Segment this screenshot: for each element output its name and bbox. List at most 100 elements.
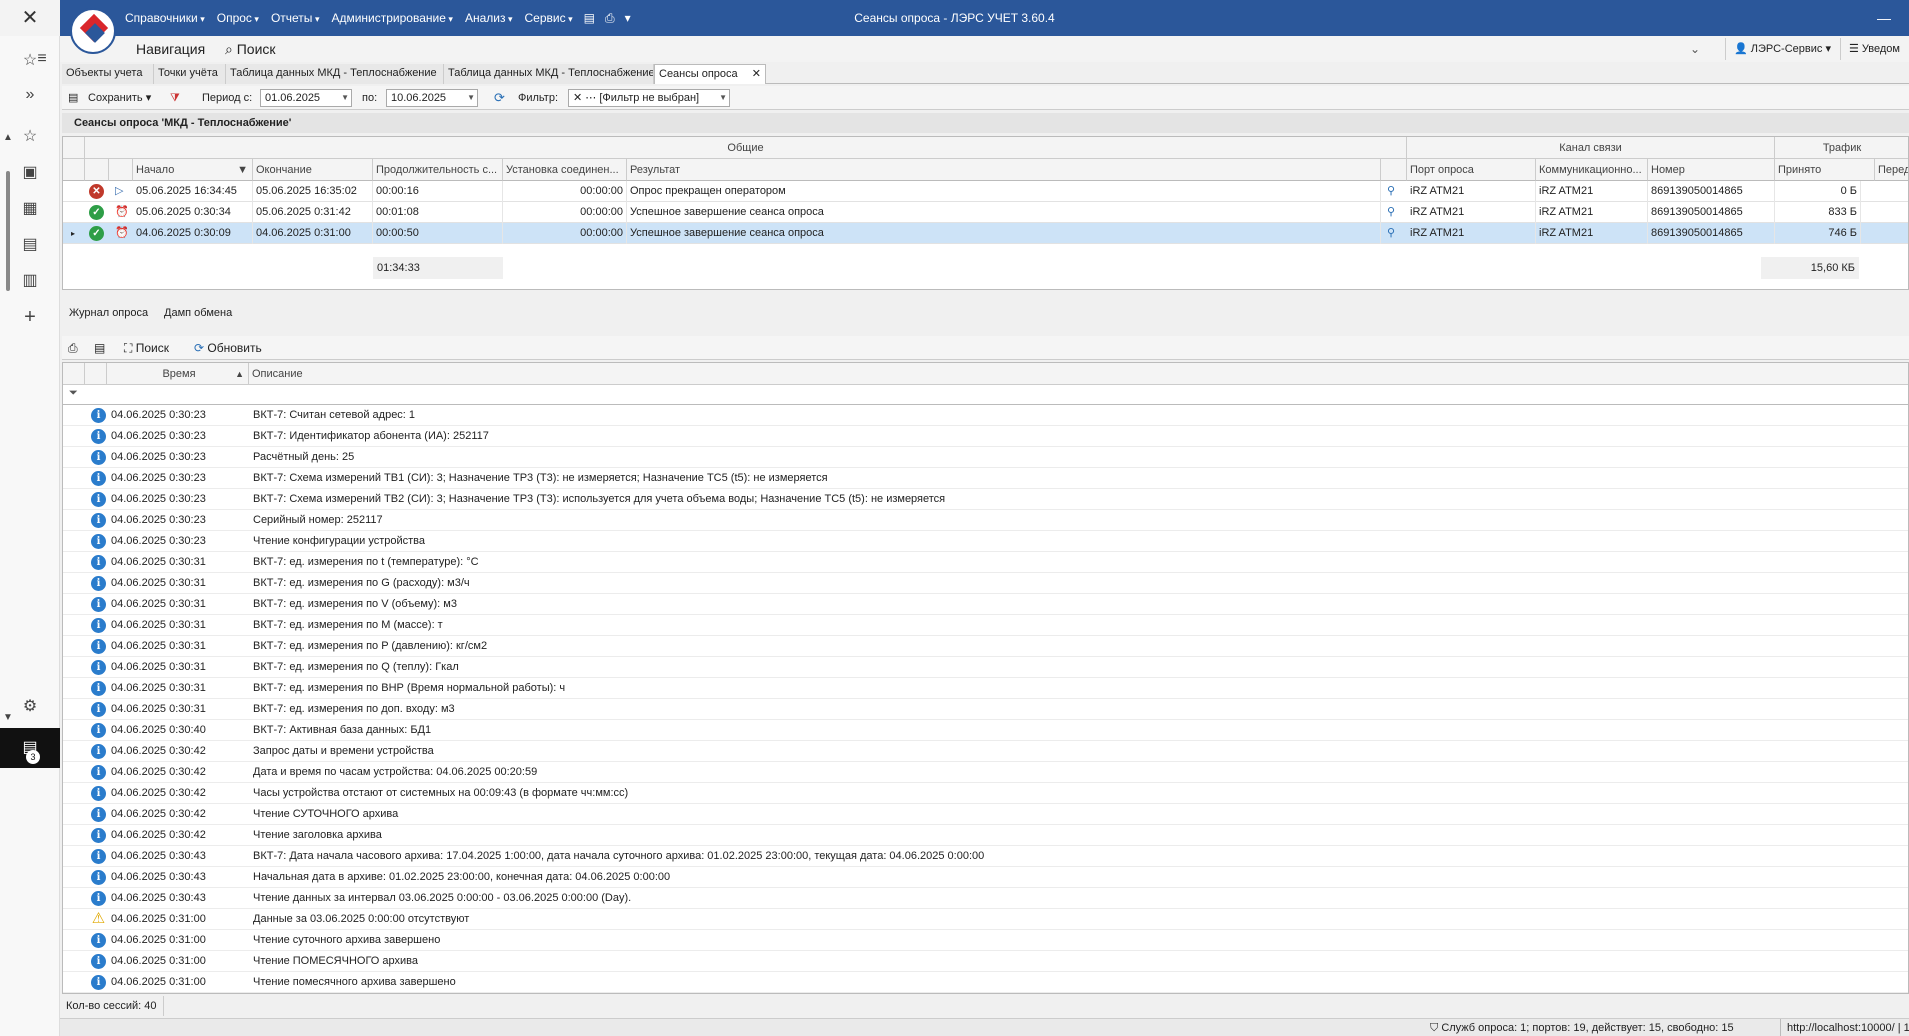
col-received[interactable]: Принято xyxy=(1775,159,1875,181)
save-quick-icon[interactable]: ▤ xyxy=(579,11,600,25)
log-row[interactable]: i 04.06.2025 0:30:42 Дата и время по часам… xyxy=(63,762,1908,783)
col-end[interactable]: Окончание xyxy=(253,159,373,181)
tab-mkd-table-1[interactable]: Таблица данных МКД - Теплоснабжение xyxy=(226,64,444,84)
refresh-icon[interactable]: ⟳ xyxy=(494,86,505,110)
col-comm[interactable]: Коммуникационно... xyxy=(1536,159,1648,181)
calendar-icon[interactable]: ▦ xyxy=(0,198,60,218)
log-row[interactable]: i 04.06.2025 0:30:31 ВКТ-7: ед. измерения … xyxy=(63,594,1908,615)
chevron-down-icon[interactable]: ▼ xyxy=(719,90,727,106)
export-icon[interactable]: ▤ xyxy=(94,336,105,360)
devices-icon[interactable]: ▣ xyxy=(0,162,60,182)
log-row[interactable]: i 04.06.2025 0:30:23 ВКТ-7: Схема измерени… xyxy=(63,489,1908,510)
tab-mkd-table-2[interactable]: Таблица данных МКД - Теплоснабжение xyxy=(444,64,654,84)
add-icon[interactable]: + xyxy=(0,306,60,329)
log-row[interactable]: i 04.06.2025 0:30:42 Чтение заголовка архи… xyxy=(63,825,1908,846)
log-type-header[interactable] xyxy=(85,363,107,385)
print-quick-icon[interactable]: ⎙ xyxy=(600,11,620,26)
navigation-link[interactable]: Навигация xyxy=(136,36,205,62)
close-tab-icon[interactable]: ✕ xyxy=(752,65,761,84)
log-row[interactable]: i 04.06.2025 0:30:43 Чтение данных за инте… xyxy=(63,888,1908,909)
user-menu[interactable]: 👤 ЛЭРС-Сервис ▾ xyxy=(1725,38,1831,60)
chevron-down-icon[interactable]: ▼ xyxy=(341,90,349,106)
log-grid[interactable]: Время ▲ Описание ⏷ i 04.06.2025 0:30:23 ВКТ… xyxy=(62,362,1909,994)
log-col-time[interactable]: Время ▲ xyxy=(107,363,249,385)
log-row[interactable]: i 04.06.2025 0:30:42 Чтение СУТОЧНОГО архи… xyxy=(63,804,1908,825)
menu-analysis[interactable]: Анализ xyxy=(459,0,519,37)
log-search-button[interactable]: ⛶ Поиск xyxy=(124,336,169,360)
log-row[interactable]: ⚠ 04.06.2025 0:31:00 Данные за 03.06.2025 … xyxy=(63,909,1908,930)
log-row[interactable]: i 04.06.2025 0:30:23 Серийный номер: 25211… xyxy=(63,510,1908,531)
log-row[interactable]: i 04.06.2025 0:30:31 ВКТ-7: ед. измерения … xyxy=(63,552,1908,573)
period-to-input[interactable]: 10.06.2025 ▼ xyxy=(386,89,478,107)
col-channel-icon[interactable] xyxy=(1381,159,1407,181)
session-row[interactable]: ✓ ⏰ 05.06.2025 0:30:34 05.06.2025 0:31:42 00… xyxy=(63,202,1908,223)
log-row[interactable]: i 04.06.2025 0:30:40 ВКТ-7: Активная база … xyxy=(63,720,1908,741)
print-icon[interactable]: ⎙ xyxy=(68,336,78,360)
search-link[interactable]: ⌕ Поиск xyxy=(225,36,276,62)
quick-access-dropdown-icon[interactable]: ▾ xyxy=(620,11,636,25)
clear-filter-icon[interactable]: ⧩ xyxy=(170,86,180,110)
menu-administration[interactable]: Администрирование xyxy=(325,0,458,37)
save-icon[interactable]: ▤ xyxy=(68,86,78,110)
menu-service[interactable]: Сервис xyxy=(518,0,578,37)
log-row[interactable]: i 04.06.2025 0:30:23 ВКТ-7: Схема измерени… xyxy=(63,468,1908,489)
menu-reports[interactable]: Отчеты xyxy=(265,0,326,37)
filter-icon[interactable]: ⏷ xyxy=(69,387,78,400)
log-row[interactable]: i 04.06.2025 0:30:31 ВКТ-7: ед. измерения … xyxy=(63,573,1908,594)
col-result[interactable]: Результат xyxy=(627,159,1381,181)
filter-select[interactable]: ✕ ⋯ [Фильтр не выбран] ▼ xyxy=(568,89,730,107)
collapse-ribbon-icon[interactable]: ⌄ xyxy=(1690,36,1700,62)
favorites-icon[interactable]: ☆ xyxy=(0,126,60,146)
expand-icon[interactable]: » xyxy=(0,86,60,104)
log-row[interactable]: i 04.06.2025 0:31:00 Чтение ПОМЕСЯЧНОГО ар… xyxy=(63,951,1908,972)
tab-metering-points[interactable]: Точки учёта xyxy=(154,64,226,84)
menu-directories[interactable]: Справочники xyxy=(119,0,211,37)
minimize-button[interactable]: — xyxy=(1859,0,1909,36)
log-col-desc[interactable]: Описание xyxy=(249,363,1908,385)
session-row[interactable]: ▸ ✓ ⏰ 04.06.2025 0:30:09 04.06.2025 0:31:00 0… xyxy=(63,223,1908,244)
log-row[interactable]: i 04.06.2025 0:30:23 Чтение конфигурации у… xyxy=(63,531,1908,552)
sessions-grid[interactable]: Общие Канал связи Трафик Начало ▼ Окончан… xyxy=(62,136,1909,290)
col-start[interactable]: Начало ▼ xyxy=(133,159,253,181)
log-row[interactable]: i 04.06.2025 0:31:00 Чтение суточного архи… xyxy=(63,930,1908,951)
status-column-header[interactable] xyxy=(85,159,109,181)
tab-poll-sessions[interactable]: Сеансы опроса ✕ xyxy=(654,64,766,84)
document-icon[interactable]: ▤ xyxy=(0,234,60,254)
tab-objects[interactable]: Объекты учета xyxy=(62,64,154,84)
close-nav-icon[interactable]: ✕ xyxy=(0,0,60,36)
col-number[interactable]: Номер xyxy=(1648,159,1775,181)
notifications-button[interactable]: ☰ Уведом xyxy=(1840,38,1900,60)
log-row[interactable]: i 04.06.2025 0:30:31 ВКТ-7: ед. измерения … xyxy=(63,636,1908,657)
menu-polling[interactable]: Опрос xyxy=(211,0,265,37)
log-row[interactable]: i 04.06.2025 0:30:31 ВКТ-7: ед. измерения … xyxy=(63,615,1908,636)
scroll-down-icon[interactable]: ▼ xyxy=(0,712,38,723)
period-from-input[interactable]: 01.06.2025 ▼ xyxy=(260,89,352,107)
log-row[interactable]: i 04.06.2025 0:30:31 ВКТ-7: ед. измерения … xyxy=(63,699,1908,720)
log-row[interactable]: i 04.06.2025 0:30:42 Часы устройства отста… xyxy=(63,783,1908,804)
log-row[interactable]: i 04.06.2025 0:30:43 Начальная дата в архи… xyxy=(63,867,1908,888)
log-row[interactable]: i 04.06.2025 0:30:31 ВКТ-7: ед. измерения … xyxy=(63,678,1908,699)
tab-poll-log[interactable]: Журнал опроса xyxy=(69,302,148,324)
type-column-header[interactable] xyxy=(109,159,133,181)
col-connect[interactable]: Установка соединен... xyxy=(503,159,627,181)
log-filter-row[interactable]: ⏷ xyxy=(63,385,1908,405)
save-button[interactable]: Сохранить ▾ xyxy=(88,86,151,110)
book-icon[interactable]: ▥ xyxy=(0,270,60,290)
col-duration[interactable]: Продолжительность с... xyxy=(373,159,503,181)
messages-button[interactable]: ▤ 3 xyxy=(0,728,60,768)
log-row[interactable]: i 04.06.2025 0:30:23 ВКТ-7: Идентификатор … xyxy=(63,426,1908,447)
log-row[interactable]: i 04.06.2025 0:30:42 Запрос даты и времени… xyxy=(63,741,1908,762)
app-logo[interactable] xyxy=(70,8,116,54)
log-row[interactable]: i 04.06.2025 0:30:23 ВКТ-7: Считан сетевой… xyxy=(63,405,1908,426)
tab-exchange-dump[interactable]: Дамп обмена xyxy=(164,302,232,324)
log-refresh-button[interactable]: ⟳ Обновить xyxy=(194,336,262,360)
chevron-down-icon[interactable]: ▼ xyxy=(467,90,475,106)
clear-x-icon[interactable]: ✕ ⋯ xyxy=(573,92,599,104)
log-row[interactable]: i 04.06.2025 0:31:00 Чтение помесячного ар… xyxy=(63,972,1908,993)
session-row[interactable]: ✕ ▷ 05.06.2025 16:34:45 05.06.2025 16:35:02… xyxy=(63,181,1908,202)
log-row[interactable]: i 04.06.2025 0:30:31 ВКТ-7: ед. измерения … xyxy=(63,657,1908,678)
log-row[interactable]: i 04.06.2025 0:30:43 ВКТ-7: Дата начала ча… xyxy=(63,846,1908,867)
col-sent[interactable]: Передано xyxy=(1875,159,1908,181)
col-port[interactable]: Порт опроса xyxy=(1407,159,1536,181)
log-row[interactable]: i 04.06.2025 0:30:23 Расчётный день: 25 xyxy=(63,447,1908,468)
